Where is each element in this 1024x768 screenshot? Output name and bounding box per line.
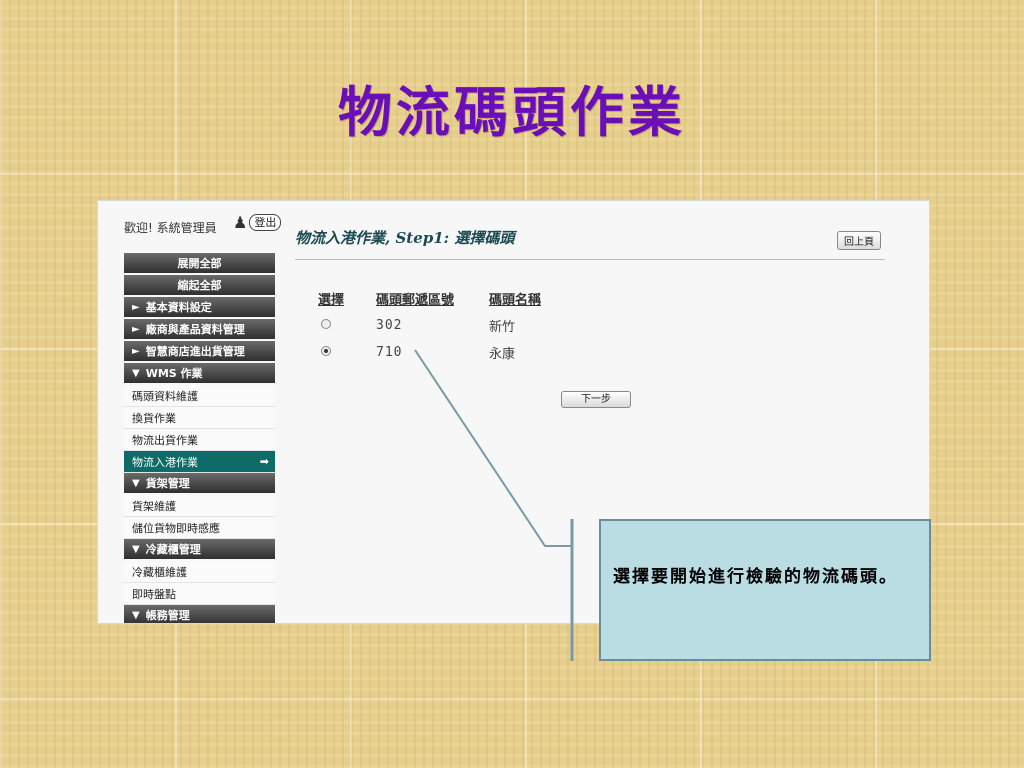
column-header-select: 選擇	[318, 293, 345, 308]
chevron-right-icon: ►	[132, 323, 140, 335]
welcome-text: 歡迎! 系統管理員	[124, 221, 217, 235]
chevron-down-icon: ▼	[132, 609, 140, 621]
callout-box: 選擇要開始進行檢驗的物流碼頭。	[599, 519, 931, 661]
chevron-down-icon: ▼	[132, 367, 140, 379]
sidebar-section-label: WMS 作業	[145, 367, 203, 380]
dock-name: 新竹	[489, 320, 516, 335]
sidebar-item-realtime-inventory[interactable]: 即時盤點	[124, 583, 275, 605]
chevron-right-icon: ►	[132, 345, 140, 357]
sidebar-item-fridge-maintenance[interactable]: 冷藏櫃維護	[124, 561, 275, 583]
sidebar-section-smart-store[interactable]: ► 智慧商店進出貨管理	[124, 341, 275, 361]
page-title: 物流入港作業, Step1: 選擇碼頭	[295, 229, 515, 247]
expand-all-button[interactable]: 展開全部	[124, 253, 275, 273]
person-icon: ♟	[233, 212, 248, 232]
sidebar-item-label: 物流入港作業	[132, 455, 198, 469]
sidebar-item-logistics-inbound[interactable]: 物流入港作業 ➡	[124, 451, 275, 473]
sidebar: 展開全部 縮起全部 ► 基本資料設定 ► 廠商與產品資料管理 ► 智慧商店進出貨…	[124, 253, 275, 623]
column-header-zip: 碼頭郵遞區號	[376, 293, 455, 308]
dock-radio-302[interactable]	[321, 319, 331, 329]
collapse-all-button[interactable]: 縮起全部	[124, 275, 275, 295]
sidebar-section-wms[interactable]: ▼ WMS 作業	[124, 363, 275, 383]
chevron-down-icon: ▼	[132, 477, 140, 489]
divider	[295, 259, 885, 260]
sidebar-item-storage-sensing[interactable]: 儲位貨物即時感應	[124, 517, 275, 539]
chevron-right-icon: ►	[132, 301, 140, 313]
table-row[interactable]: 302 新竹	[318, 316, 569, 335]
sidebar-section-shelf[interactable]: ▼ 貨架管理	[124, 473, 275, 493]
sidebar-section-accounting[interactable]: ▼ 帳務管理	[124, 605, 275, 623]
sidebar-section-label: 廠商與產品資料管理	[145, 323, 245, 336]
logout-control[interactable]: ♟ 登出	[233, 212, 282, 232]
sidebar-section-basic-settings[interactable]: ► 基本資料設定	[124, 297, 275, 317]
next-step-button[interactable]: 下一步	[561, 391, 631, 408]
sidebar-item-exchange[interactable]: 換貨作業	[124, 407, 275, 429]
dock-name: 永康	[489, 347, 516, 362]
dock-radio-710[interactable]	[321, 346, 331, 356]
sidebar-section-label: 智慧商店進出貨管理	[145, 345, 245, 358]
chevron-down-icon: ▼	[132, 543, 140, 555]
sidebar-item-logistics-outbound[interactable]: 物流出貨作業	[124, 429, 275, 451]
sidebar-section-label: 基本資料設定	[145, 301, 212, 314]
sidebar-section-label: 帳務管理	[145, 609, 190, 622]
back-button[interactable]: 回上頁	[837, 231, 881, 250]
dock-zip: 302	[376, 318, 403, 333]
slide-title: 物流碼頭作業	[338, 80, 686, 144]
sidebar-section-fridge[interactable]: ▼ 冷藏櫃管理	[124, 539, 275, 559]
dock-table: 選擇 碼頭郵遞區號 碼頭名稱 302 新竹 710 永康	[318, 289, 569, 362]
sidebar-item-shelf-maintenance[interactable]: 貨架維護	[124, 495, 275, 517]
sidebar-item-dock-maintenance[interactable]: 碼頭資料維護	[124, 385, 275, 407]
dock-zip: 710	[376, 345, 403, 360]
callout-text: 選擇要開始進行檢驗的物流碼頭。	[613, 567, 898, 587]
sidebar-section-vendor-product[interactable]: ► 廠商與產品資料管理	[124, 319, 275, 339]
sidebar-section-label: 冷藏櫃管理	[145, 543, 201, 556]
table-row[interactable]: 710 永康	[318, 343, 569, 362]
column-header-name: 碼頭名稱	[489, 293, 542, 308]
table-header: 選擇 碼頭郵遞區號 碼頭名稱	[318, 289, 569, 308]
arrow-right-icon: ➡	[259, 455, 269, 468]
logout-button[interactable]: 登出	[249, 214, 282, 231]
sidebar-section-label: 貨架管理	[145, 477, 190, 490]
